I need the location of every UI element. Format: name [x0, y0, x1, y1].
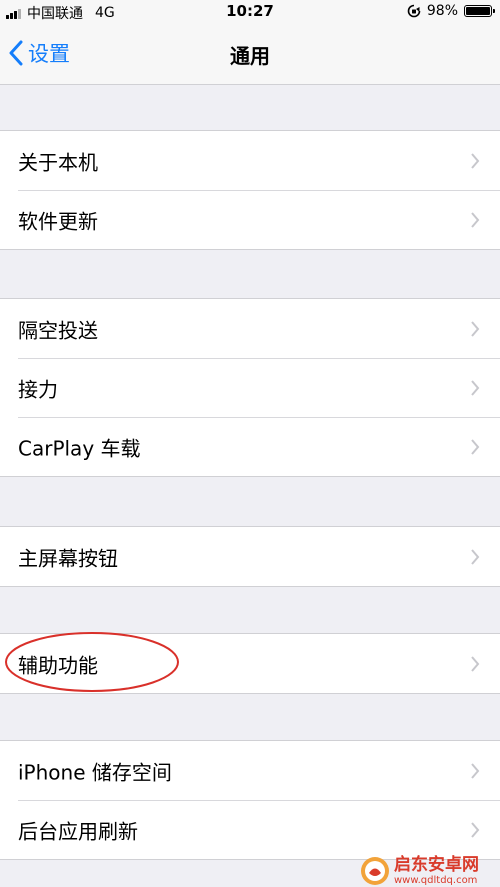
battery-level — [466, 7, 490, 15]
chevron-right-icon — [471, 655, 480, 672]
list-item-label: 软件更新 — [18, 209, 98, 233]
list-item-carplay[interactable]: CarPlay 车载 — [0, 417, 500, 476]
status-right: 98% — [407, 3, 495, 19]
list-item-label: 接力 — [18, 377, 58, 401]
chevron-right-icon — [471, 821, 480, 838]
list-item-label: 辅助功能 — [18, 653, 98, 677]
list-item-background-refresh[interactable]: 后台应用刷新 — [0, 800, 500, 859]
chevron-right-icon — [471, 320, 480, 337]
rotation-lock-icon — [407, 4, 421, 18]
navigation-bar: 设置 通用 — [0, 24, 500, 84]
settings-group-continuity: 隔空投送 接力 CarPlay 车载 — [0, 298, 500, 477]
list-item-software-update[interactable]: 软件更新 — [0, 190, 500, 249]
battery-percent: 98% — [426, 3, 458, 19]
chevron-right-icon — [471, 152, 480, 169]
battery-icon — [464, 5, 495, 17]
list-item-label: iPhone 储存空间 — [18, 760, 172, 784]
watermark: 启东安卓网 www.qdltdq.com — [360, 855, 498, 887]
top-bar: 中国联通 4G 10:27 98% 设置 通用 — [0, 0, 500, 85]
list-item-iphone-storage[interactable]: iPhone 储存空间 — [0, 741, 500, 800]
list-item-airdrop[interactable]: 隔空投送 — [0, 299, 500, 358]
list-item-handoff[interactable]: 接力 — [0, 358, 500, 417]
watermark-title: 启东安卓网 — [394, 854, 479, 875]
chevron-right-icon — [471, 762, 480, 779]
list-item-label: CarPlay 车载 — [18, 436, 141, 460]
settings-group-storage: iPhone 储存空间 后台应用刷新 — [0, 740, 500, 860]
status-bar: 中国联通 4G 10:27 98% — [0, 0, 500, 24]
settings-group-accessibility: 辅助功能 — [0, 633, 500, 694]
page-title: 通用 — [230, 44, 270, 68]
chevron-right-icon — [471, 211, 480, 228]
settings-group-about: 关于本机 软件更新 — [0, 130, 500, 250]
chevron-right-icon — [471, 548, 480, 565]
watermark-logo-icon — [361, 857, 389, 885]
list-item-accessibility[interactable]: 辅助功能 — [0, 634, 500, 693]
watermark-text: 启东安卓网 www.qdltdq.com — [394, 854, 479, 886]
list-item-about[interactable]: 关于本机 — [0, 131, 500, 190]
list-item-home-button[interactable]: 主屏幕按钮 — [0, 527, 500, 586]
list-item-label: 关于本机 — [18, 150, 98, 174]
chevron-right-icon — [471, 379, 480, 396]
list-item-label: 隔空投送 — [18, 318, 98, 342]
watermark-url: www.qdltdq.com — [394, 874, 478, 886]
list-item-label: 后台应用刷新 — [18, 819, 138, 843]
chevron-right-icon — [471, 438, 480, 455]
settings-group-home-button: 主屏幕按钮 — [0, 526, 500, 587]
list-item-label: 主屏幕按钮 — [18, 546, 118, 570]
